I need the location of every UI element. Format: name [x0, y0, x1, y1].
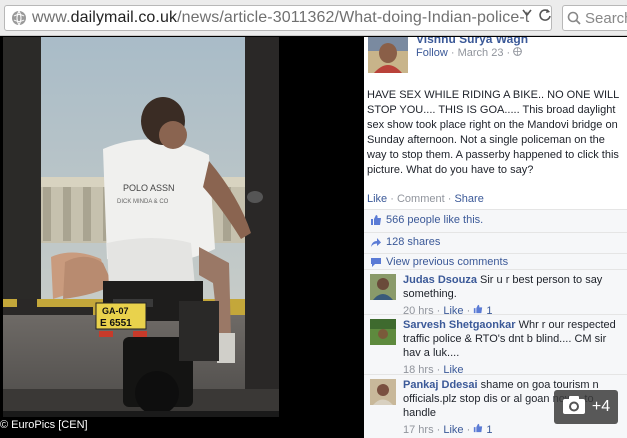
- gallery-button[interactable]: +4: [554, 390, 618, 424]
- url-text: www.dailymail.co.uk/news/article-3011362…: [32, 9, 529, 27]
- likes-count[interactable]: 566 people like this.: [386, 214, 483, 226]
- comment-author[interactable]: Judas Dsouza: [403, 274, 477, 286]
- post-actions: Like · Comment · Share: [367, 193, 484, 205]
- meta-dot: ·: [450, 47, 458, 59]
- comment-author[interactable]: Sarvesh Shetgaonkar: [403, 319, 516, 331]
- privacy-globe-icon: [513, 47, 523, 59]
- like-action[interactable]: Like: [367, 193, 387, 205]
- dropdown-arrow-icon[interactable]: [520, 6, 534, 20]
- comment-item: Sarvesh Shetgaonkar Whr r our respected …: [364, 314, 627, 377]
- search-placeholder: Search: [585, 9, 627, 27]
- plate-line2: E 6551: [100, 318, 132, 329]
- view-previous-comments[interactable]: View previous comments: [386, 256, 508, 268]
- commenter-avatar[interactable]: [370, 274, 396, 300]
- camera-icon: [562, 395, 586, 420]
- comment-body: Judas Dsouza Sir u r best person to say …: [403, 273, 621, 318]
- comment-likes-icon: [473, 423, 483, 436]
- post-header: Vishnu Surya Wagh Follow · March 23 ·: [364, 37, 627, 73]
- comment-action[interactable]: Comment: [397, 193, 445, 205]
- post-text: HAVE SEX WHILE RIDING A BIKE.. NO ONE WI…: [367, 89, 619, 176]
- follow-link[interactable]: Follow: [416, 47, 448, 59]
- comment-like-link[interactable]: Like: [443, 424, 463, 436]
- address-bar[interactable]: www.dailymail.co.uk/news/article-3011362…: [4, 5, 552, 31]
- facebook-post: Vishnu Surya Wagh Follow · March 23 · HA…: [364, 37, 627, 438]
- thumbs-up-icon: [370, 214, 382, 226]
- post-meta: Follow · March 23 ·: [416, 47, 523, 59]
- browser-toolbar: www.dailymail.co.uk/news/article-3011362…: [0, 0, 627, 36]
- commenter-avatar[interactable]: [370, 319, 396, 345]
- globe-icon: [9, 8, 29, 28]
- comment-body: Sarvesh Shetgaonkar Whr r our respected …: [403, 318, 621, 377]
- action-separator: ·: [390, 193, 397, 205]
- reload-icon[interactable]: [538, 8, 552, 22]
- post-date[interactable]: March 23: [458, 47, 504, 59]
- comment-likes-count[interactable]: 1: [486, 424, 492, 436]
- author-avatar[interactable]: [368, 37, 408, 73]
- comment-author[interactable]: Pankaj Ddesai: [403, 379, 478, 391]
- url-prefix: www.: [32, 9, 71, 26]
- share-action[interactable]: Share: [454, 193, 483, 205]
- search-icon: [567, 11, 581, 25]
- share-arrow-icon: [370, 236, 382, 248]
- shares-count[interactable]: 128 shares: [386, 236, 440, 248]
- search-field[interactable]: Search: [562, 5, 627, 31]
- comment-item: Judas Dsouza Sir u r best person to say …: [364, 269, 627, 317]
- commenter-avatar[interactable]: [370, 379, 396, 405]
- author-name[interactable]: Vishnu Surya Wagh: [416, 37, 528, 46]
- plate-line1: GA-07: [102, 306, 129, 316]
- photo-credit: © EuroPics [CEN]: [0, 419, 88, 431]
- likes-row: 566 people like this.: [364, 209, 627, 232]
- article-media: POLO ASSN DICK MINDA & CO GA-07 E 6551 V…: [0, 37, 627, 438]
- comment-bubble-icon: [370, 256, 382, 268]
- shirt-print-line1: POLO ASSN: [123, 183, 175, 193]
- gallery-count: +4: [591, 398, 611, 415]
- shirt-print-line2: DICK MINDA & CO: [117, 199, 169, 205]
- shares-row: 128 shares: [364, 232, 627, 253]
- news-photo[interactable]: POLO ASSN DICK MINDA & CO GA-07 E 6551: [3, 37, 279, 417]
- url-path: /news/article-3011362/What-doing-Indian-…: [177, 9, 530, 26]
- comment-meta: 17 hrs · Like · 1: [403, 423, 493, 436]
- comment-time[interactable]: 17 hrs: [403, 424, 434, 436]
- url-host: dailymail.co.uk: [70, 9, 178, 26]
